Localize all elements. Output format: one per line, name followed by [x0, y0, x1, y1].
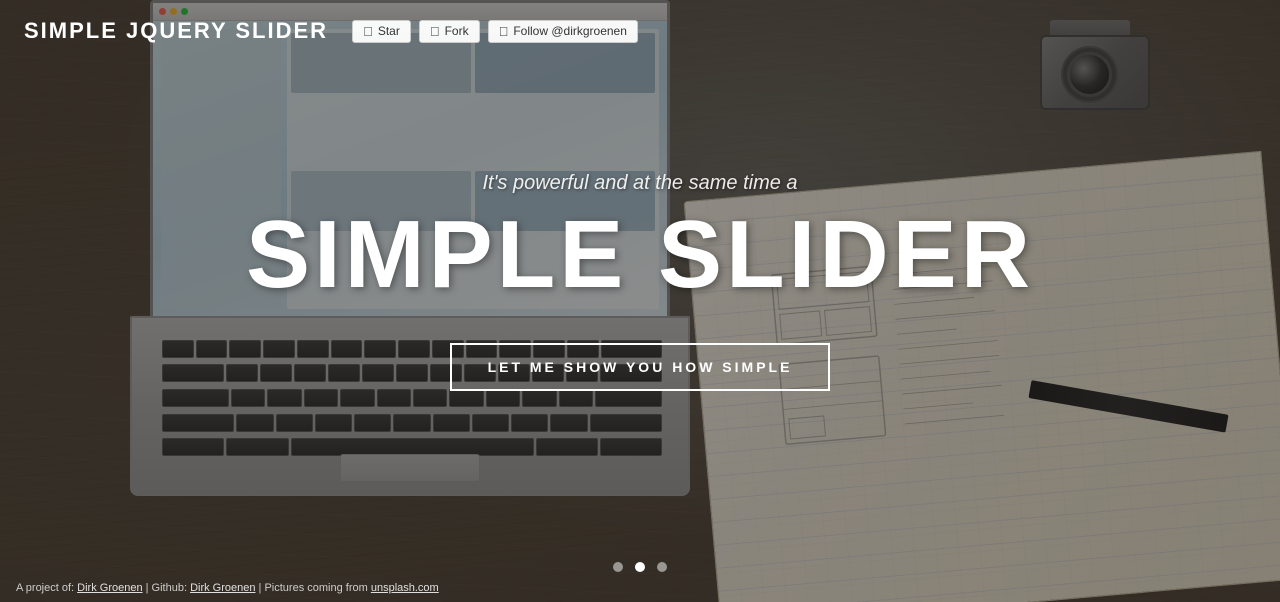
github-fork-button[interactable]:  Fork: [419, 20, 480, 43]
github-star-label: Star: [378, 24, 400, 38]
github-icon-follow: : [499, 24, 509, 39]
cta-button[interactable]: LET ME SHOW YOU HOW SIMPLE: [450, 343, 831, 391]
footer-unsplash-link[interactable]: unsplash.com: [371, 582, 439, 594]
github-follow-button[interactable]:  Follow @dirkgroenen: [488, 20, 638, 43]
footer-github-link[interactable]: Dirk Groenen: [190, 582, 255, 594]
footer-author-link[interactable]: Dirk Groenen: [77, 582, 142, 594]
hero-subtitle: It's powerful and at the same time a: [482, 172, 797, 195]
github-icon-fork: : [430, 24, 440, 39]
slider-container: SIMPLE JQUERY SLIDER  Star  Fork  Fol…: [0, 0, 1280, 602]
github-icon-star: : [363, 24, 373, 39]
slider-dot-2[interactable]: [635, 562, 645, 572]
slider-dot-3[interactable]: [657, 562, 667, 572]
footer: A project of: Dirk Groenen | Github: Dir…: [16, 582, 439, 594]
footer-text-suffix: | Pictures coming from: [256, 582, 371, 594]
hero-title: SIMPLE SLIDER: [246, 207, 1034, 303]
footer-text-mid: | Github:: [143, 582, 191, 594]
footer-unsplash: unsplash.com: [371, 582, 439, 594]
github-fork-label: Fork: [445, 24, 469, 38]
github-star-button[interactable]:  Star: [352, 20, 411, 43]
slider-dot-1[interactable]: [613, 562, 623, 572]
github-buttons:  Star  Fork  Follow @dirkgroenen: [352, 20, 638, 43]
hero-content: It's powerful and at the same time a SIM…: [0, 0, 1280, 602]
github-follow-label: Follow @dirkgroenen: [513, 24, 627, 38]
slider-dots: [613, 562, 667, 572]
header: SIMPLE JQUERY SLIDER  Star  Fork  Fol…: [0, 0, 1280, 62]
footer-github-user: Dirk Groenen: [190, 582, 255, 594]
footer-author: Dirk Groenen: [77, 582, 142, 594]
site-title: SIMPLE JQUERY SLIDER: [24, 18, 328, 44]
footer-text-prefix: A project of:: [16, 582, 77, 594]
